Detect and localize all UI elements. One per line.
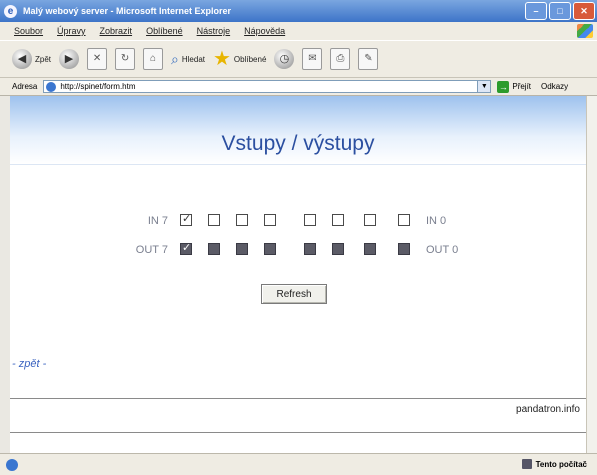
go-label: Přejít	[512, 82, 532, 91]
vertical-scrollbar[interactable]	[586, 96, 597, 453]
maximize-button[interactable]: □	[549, 2, 571, 20]
out-2-checkbox[interactable]	[332, 243, 344, 255]
links-button[interactable]: Odkazy	[541, 82, 568, 91]
in-2-checkbox	[332, 214, 344, 226]
zone-label: Tento počítač	[535, 459, 587, 469]
home-button[interactable]: ⌂	[143, 48, 164, 70]
out-low-label: OUT 0	[426, 244, 459, 256]
in-6-checkbox	[208, 214, 220, 226]
in-low-label: IN 0	[426, 215, 447, 227]
back-link[interactable]: - zpět -	[12, 358, 46, 370]
menu-bar: Soubor Úpravy Zobrazit Oblíbené Nástroje…	[0, 22, 597, 40]
windows-flag-icon	[577, 24, 593, 38]
out-5-checkbox[interactable]	[236, 243, 248, 255]
close-button[interactable]: ✕	[573, 2, 595, 20]
menu-tools[interactable]: Nástroje	[197, 26, 231, 36]
go-button[interactable]: → Přejít	[497, 80, 532, 93]
favorites-label: Oblíbené	[233, 54, 267, 64]
footer-divider-bottom	[10, 432, 586, 433]
in-high-label: IN 7	[147, 215, 168, 227]
address-bar: Adresa http://spinet/form.htm ▼ → Přejít…	[0, 78, 597, 96]
search-button[interactable]: ⌕ Hledat	[171, 51, 205, 68]
footer-brand: pandatron.info	[516, 404, 580, 415]
menu-help[interactable]: Nápověda	[244, 26, 285, 36]
back-arrow-icon: ◀	[12, 49, 32, 69]
page-content: Vstupy / výstupy IN 7 IN 0 OUT 7 OUT 0 R…	[10, 96, 586, 453]
menu-view[interactable]: Zobrazit	[100, 26, 133, 36]
out-6-checkbox[interactable]	[208, 243, 220, 255]
search-icon: ⌕	[171, 50, 179, 67]
address-input[interactable]: http://spinet/form.htm ▼	[43, 80, 492, 93]
ie-logo-icon: e	[4, 4, 17, 18]
in-7-checkbox	[180, 212, 192, 226]
address-dropdown-icon[interactable]: ▼	[477, 81, 491, 92]
forward-button[interactable]: ▶	[59, 49, 80, 69]
back-label: Zpět	[35, 54, 52, 64]
refresh-button[interactable]: Refresh	[261, 284, 327, 304]
computer-icon	[521, 459, 532, 469]
out-3-checkbox[interactable]	[304, 243, 316, 255]
in-4-checkbox	[264, 214, 276, 226]
star-icon: ★	[212, 48, 231, 70]
inputs-row: IN 7 IN 0	[10, 212, 586, 230]
status-page-icon	[6, 458, 18, 471]
minimize-button[interactable]: –	[525, 2, 547, 20]
favorites-button[interactable]: ★ Oblíbené	[213, 49, 266, 69]
go-arrow-icon: →	[497, 80, 510, 93]
menu-edit[interactable]: Úpravy	[57, 26, 86, 36]
status-bar: Tento počítač	[0, 453, 597, 475]
title-bar: e Malý webový server - Microsoft Interne…	[0, 0, 597, 22]
in-1-checkbox	[364, 214, 376, 226]
page-title: Vstupy / výstupy	[221, 132, 375, 155]
mail-button[interactable]: ✉	[302, 48, 323, 70]
security-zone: Tento počítač	[521, 459, 587, 469]
menu-file[interactable]: Soubor	[14, 26, 43, 36]
page-icon	[46, 81, 57, 92]
address-url: http://spinet/form.htm	[60, 82, 136, 91]
stop-button[interactable]: ✕	[87, 48, 108, 70]
footer-divider	[10, 398, 586, 399]
address-label: Adresa	[12, 82, 38, 91]
out-0-checkbox[interactable]	[398, 243, 410, 255]
refresh-page-button[interactable]: ↻	[115, 48, 136, 70]
print-button[interactable]: ⎙	[330, 48, 351, 70]
in-5-checkbox	[236, 214, 248, 226]
out-1-checkbox[interactable]	[364, 243, 376, 255]
outputs-row: OUT 7 OUT 0	[10, 241, 586, 259]
out-4-checkbox[interactable]	[264, 243, 276, 255]
search-label: Hledat	[181, 54, 205, 64]
window-title: Malý webový server - Microsoft Internet …	[23, 6, 232, 16]
out-high-label: OUT 7	[135, 244, 168, 256]
back-button[interactable]: ◀ Zpět	[12, 49, 51, 69]
in-0-checkbox	[398, 214, 410, 226]
toolbar: ◀ Zpět ▶ ✕ ↻ ⌂ ⌕ Hledat ★ Oblíbené ◷ ✉ ⎙…	[0, 40, 597, 78]
out-7-checkbox[interactable]	[180, 241, 192, 255]
edit-button[interactable]: ✎	[358, 48, 379, 70]
menu-favorites[interactable]: Oblíbené	[146, 26, 183, 36]
history-button[interactable]: ◷	[274, 49, 295, 69]
in-3-checkbox	[304, 214, 316, 226]
window-controls: – □ ✕	[525, 2, 595, 20]
